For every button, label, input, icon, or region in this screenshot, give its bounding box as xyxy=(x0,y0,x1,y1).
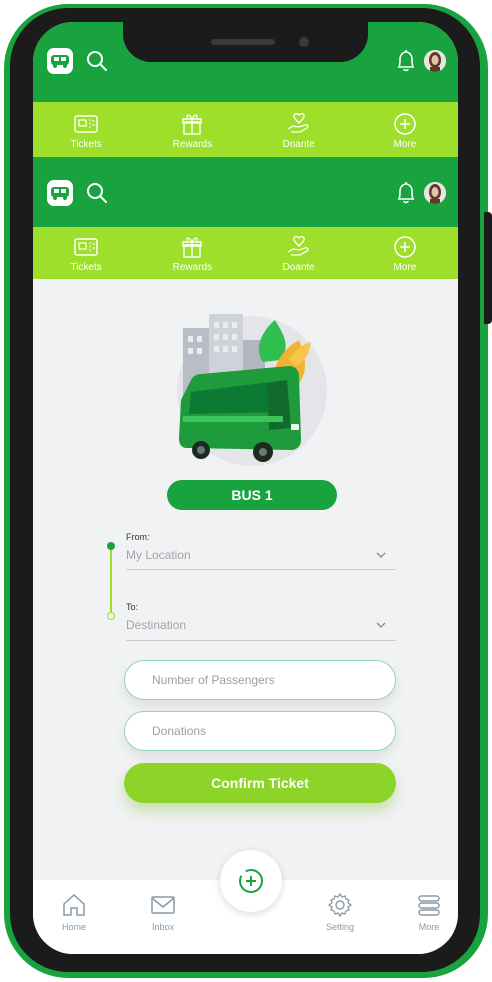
from-select[interactable]: My Location xyxy=(126,548,191,562)
home-icon xyxy=(63,893,85,916)
top-menu-bar: Tickets Rewards Doante More xyxy=(33,227,458,279)
nav-more-label: More xyxy=(418,922,440,932)
add-fab-button[interactable] xyxy=(220,850,282,912)
gift-icon xyxy=(182,114,203,135)
front-camera xyxy=(299,37,309,47)
search-icon[interactable] xyxy=(85,181,109,205)
menu-item-donate[interactable]: Doante xyxy=(246,102,352,158)
to-select[interactable]: Destination xyxy=(126,618,186,632)
menu-item-tickets[interactable]: Tickets xyxy=(33,227,139,279)
bus-logo-icon[interactable] xyxy=(47,48,73,74)
confirm-ticket-button[interactable]: Confirm Ticket xyxy=(124,763,396,803)
plus-circle-icon xyxy=(394,112,416,135)
bell-icon[interactable] xyxy=(395,181,417,205)
top-menu-bar: Tickets Rewards Doante More xyxy=(33,102,458,158)
route-connector-line xyxy=(110,546,112,616)
ticket-icon xyxy=(74,114,98,133)
nav-more[interactable]: More xyxy=(404,892,454,932)
ticket-icon xyxy=(74,237,98,256)
phone-side-button xyxy=(484,212,492,324)
menu-stack-icon xyxy=(418,895,440,916)
menu-label-rewards: Rewards xyxy=(172,261,213,273)
menu-label-tickets: Tickets xyxy=(70,261,102,273)
bus-illustration xyxy=(171,300,331,470)
speaker-grille xyxy=(211,39,275,45)
menu-label-more: More xyxy=(393,261,417,273)
nav-setting-label: Setting xyxy=(325,922,355,932)
app-header-secondary xyxy=(33,157,458,227)
menu-label-tickets: Tickets xyxy=(70,138,102,150)
nav-home[interactable]: Home xyxy=(49,892,99,932)
chevron-down-icon[interactable] xyxy=(376,552,386,558)
plus-circle-icon xyxy=(239,869,263,893)
user-avatar[interactable] xyxy=(424,50,446,72)
nav-setting[interactable]: Setting xyxy=(315,892,365,932)
nav-inbox-label: Inbox xyxy=(151,922,175,932)
bus-city-image xyxy=(179,314,311,462)
menu-item-donate[interactable]: Doante xyxy=(246,227,352,279)
bell-icon[interactable] xyxy=(395,49,417,73)
app-screen: Tickets Rewards Doante More Tickets Rewa… xyxy=(33,22,458,954)
passengers-input[interactable]: Number of Passengers xyxy=(124,660,396,700)
donate-hand-heart-icon xyxy=(287,112,309,133)
to-label: To: xyxy=(126,602,139,612)
menu-label-donate: Doante xyxy=(282,261,315,273)
to-underline xyxy=(126,640,396,641)
chevron-down-icon[interactable] xyxy=(376,622,386,628)
menu-item-rewards[interactable]: Rewards xyxy=(139,227,245,279)
plus-circle-icon xyxy=(394,235,416,258)
gear-icon xyxy=(327,892,353,918)
nav-home-label: Home xyxy=(61,922,86,932)
from-label: From: xyxy=(126,532,150,542)
donate-hand-heart-icon xyxy=(287,235,309,256)
menu-item-more[interactable]: More xyxy=(352,227,458,279)
origin-dot xyxy=(107,542,115,550)
donations-input[interactable]: Donations xyxy=(124,711,396,751)
menu-label-rewards: Rewards xyxy=(172,138,213,150)
from-underline xyxy=(126,569,396,570)
nav-inbox[interactable]: Inbox xyxy=(138,892,188,932)
mail-icon xyxy=(151,896,175,914)
menu-item-rewards[interactable]: Rewards xyxy=(139,102,245,158)
search-icon[interactable] xyxy=(85,49,109,73)
menu-item-tickets[interactable]: Tickets xyxy=(33,102,139,158)
phone-notch xyxy=(123,22,368,62)
gift-icon xyxy=(182,237,203,258)
menu-item-more[interactable]: More xyxy=(352,102,458,158)
user-avatar[interactable] xyxy=(424,182,446,204)
menu-label-donate: Doante xyxy=(282,138,315,150)
menu-label-more: More xyxy=(393,138,417,150)
destination-dot xyxy=(107,612,115,620)
bus-logo-icon[interactable] xyxy=(47,180,73,206)
bus-selector-button[interactable]: BUS 1 xyxy=(167,480,337,510)
